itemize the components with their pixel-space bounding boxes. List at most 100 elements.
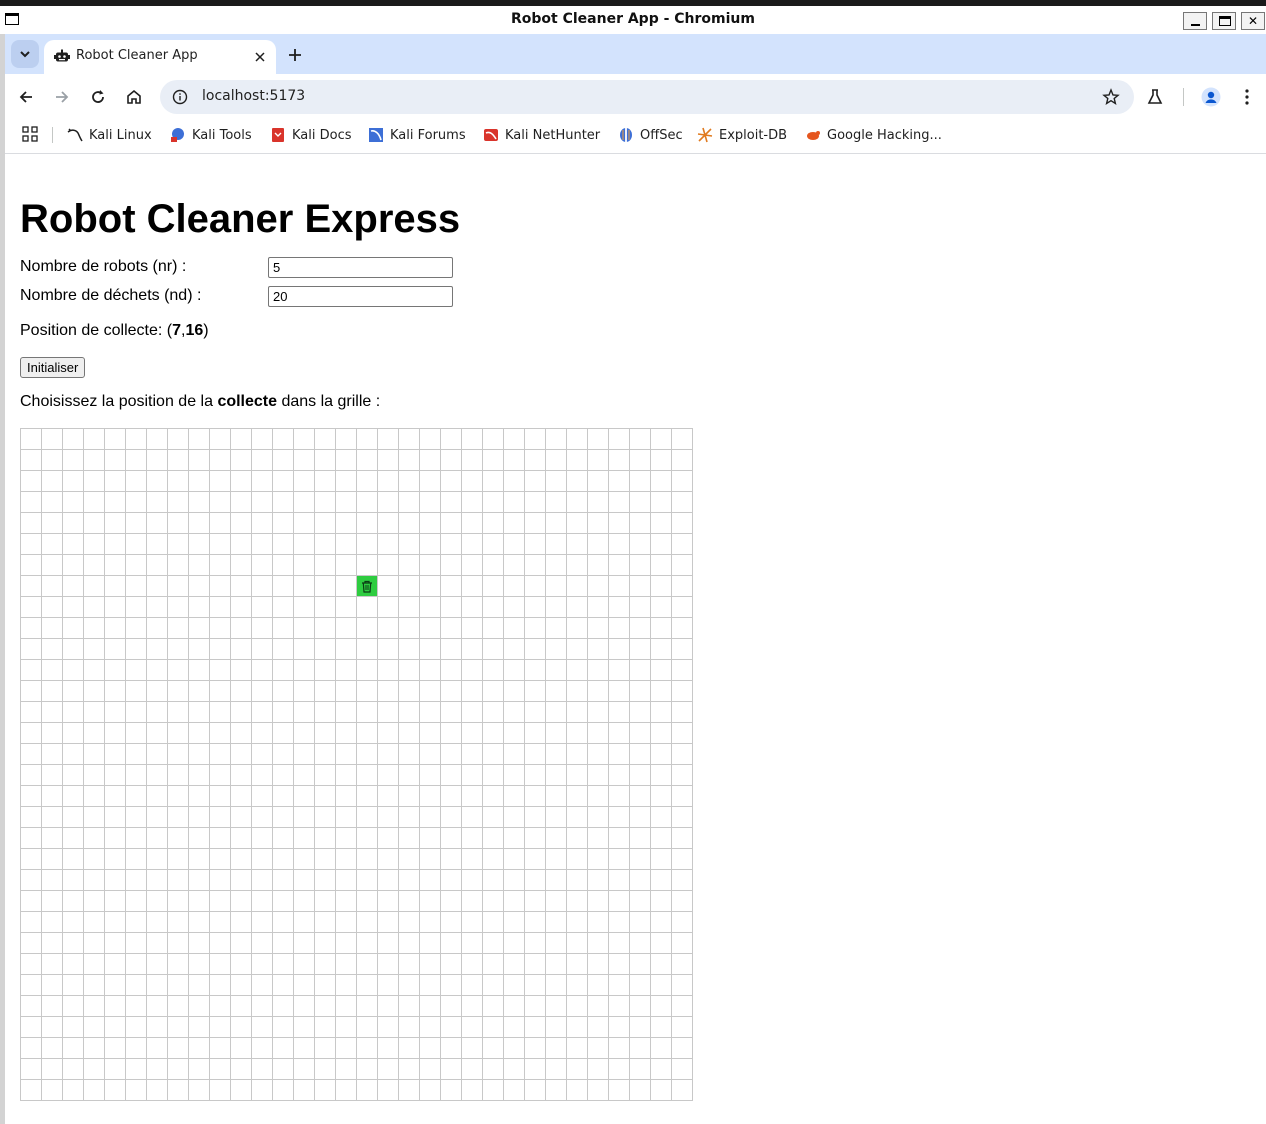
grid-cell[interactable] (420, 765, 441, 786)
grid-cell[interactable] (357, 723, 378, 744)
tab-robot-cleaner-app[interactable]: Robot Cleaner App (44, 40, 276, 74)
grid-cell[interactable] (462, 870, 483, 891)
grid-cell[interactable] (210, 639, 231, 660)
grid-cell[interactable] (42, 555, 63, 576)
grid-cell[interactable] (378, 639, 399, 660)
grid-cell[interactable] (399, 471, 420, 492)
grid-cell[interactable] (588, 618, 609, 639)
grid-cell[interactable] (63, 786, 84, 807)
grid-cell[interactable] (609, 534, 630, 555)
grid-cell[interactable] (63, 975, 84, 996)
grid-cell[interactable] (21, 660, 42, 681)
grid-cell[interactable] (84, 534, 105, 555)
grid-cell[interactable] (504, 471, 525, 492)
grid-cell[interactable] (168, 744, 189, 765)
grid-cell[interactable] (420, 807, 441, 828)
grid-cell[interactable] (420, 828, 441, 849)
grid-cell[interactable] (462, 639, 483, 660)
grid-cell[interactable] (210, 702, 231, 723)
grid-cell[interactable] (378, 1080, 399, 1101)
grid-cell[interactable] (420, 933, 441, 954)
grid-cell[interactable] (357, 786, 378, 807)
grid-cell[interactable] (420, 597, 441, 618)
grid-cell[interactable] (378, 534, 399, 555)
grid-cell[interactable] (315, 765, 336, 786)
grid-cell[interactable] (588, 828, 609, 849)
grid-cell[interactable] (378, 681, 399, 702)
grid-cell[interactable] (399, 429, 420, 450)
grid-cell[interactable] (210, 786, 231, 807)
grid-cell[interactable] (147, 702, 168, 723)
grid-cell[interactable] (42, 492, 63, 513)
grid-cell[interactable] (651, 891, 672, 912)
grid-cell[interactable] (504, 702, 525, 723)
grid-cell[interactable] (546, 807, 567, 828)
grid-cell[interactable] (273, 807, 294, 828)
grid-cell[interactable] (126, 828, 147, 849)
grid-cell[interactable] (399, 807, 420, 828)
grid-cell[interactable] (168, 450, 189, 471)
grid-cell[interactable] (63, 933, 84, 954)
grid-cell[interactable] (378, 555, 399, 576)
grid-cell[interactable] (357, 933, 378, 954)
grid-cell[interactable] (84, 912, 105, 933)
grid-cell[interactable] (462, 849, 483, 870)
grid-cell[interactable] (21, 723, 42, 744)
grid-cell[interactable] (651, 618, 672, 639)
grid-cell[interactable] (441, 471, 462, 492)
grid-cell[interactable] (357, 912, 378, 933)
grid-cell[interactable] (672, 891, 693, 912)
grid-cell[interactable] (441, 828, 462, 849)
grid-cell[interactable] (63, 534, 84, 555)
grid-cell[interactable] (483, 471, 504, 492)
grid-cell[interactable] (483, 870, 504, 891)
grid-cell[interactable] (294, 513, 315, 534)
grid-cell[interactable] (609, 471, 630, 492)
grid-cell[interactable] (294, 849, 315, 870)
grid-cell[interactable] (273, 471, 294, 492)
grid-cell[interactable] (273, 618, 294, 639)
grid-cell[interactable] (462, 513, 483, 534)
grid-cell[interactable] (315, 1059, 336, 1080)
grid-cell[interactable] (525, 891, 546, 912)
grid-cell[interactable] (126, 954, 147, 975)
grid-cell[interactable] (630, 891, 651, 912)
grid-cell[interactable] (357, 807, 378, 828)
grid-cell[interactable] (504, 849, 525, 870)
grid-cell[interactable] (210, 870, 231, 891)
grid-cell[interactable] (336, 723, 357, 744)
grid-cell[interactable] (357, 975, 378, 996)
bookmark-kali-docs[interactable]: Kali Docs (270, 124, 352, 146)
grid-cell[interactable] (525, 597, 546, 618)
grid-cell[interactable] (21, 471, 42, 492)
grid-cell[interactable] (294, 1080, 315, 1101)
grid-cell[interactable] (252, 1038, 273, 1059)
grid-cell[interactable] (147, 996, 168, 1017)
grid-cell[interactable] (588, 450, 609, 471)
grid-cell[interactable] (21, 954, 42, 975)
grid-cell[interactable] (210, 954, 231, 975)
grid-cell[interactable] (462, 450, 483, 471)
grid-cell[interactable] (609, 681, 630, 702)
grid-cell[interactable] (168, 828, 189, 849)
robots-count-input[interactable] (268, 257, 453, 278)
grid-cell[interactable] (21, 450, 42, 471)
grid-cell[interactable] (336, 870, 357, 891)
grid-cell[interactable] (273, 933, 294, 954)
grid-cell[interactable] (42, 723, 63, 744)
grid-cell[interactable] (462, 1059, 483, 1080)
grid-cell[interactable] (672, 660, 693, 681)
grid-cell[interactable] (378, 723, 399, 744)
grid-cell[interactable] (126, 429, 147, 450)
grid-cell[interactable] (126, 1080, 147, 1101)
grid-cell[interactable] (315, 1080, 336, 1101)
grid-cell[interactable] (357, 996, 378, 1017)
grid-cell[interactable] (315, 870, 336, 891)
grid-cell[interactable] (462, 555, 483, 576)
grid-cell[interactable] (525, 702, 546, 723)
grid-cell[interactable] (357, 849, 378, 870)
grid-cell[interactable] (672, 597, 693, 618)
grid-cell[interactable] (294, 429, 315, 450)
grid-cell[interactable] (147, 639, 168, 660)
grid-cell[interactable] (84, 807, 105, 828)
